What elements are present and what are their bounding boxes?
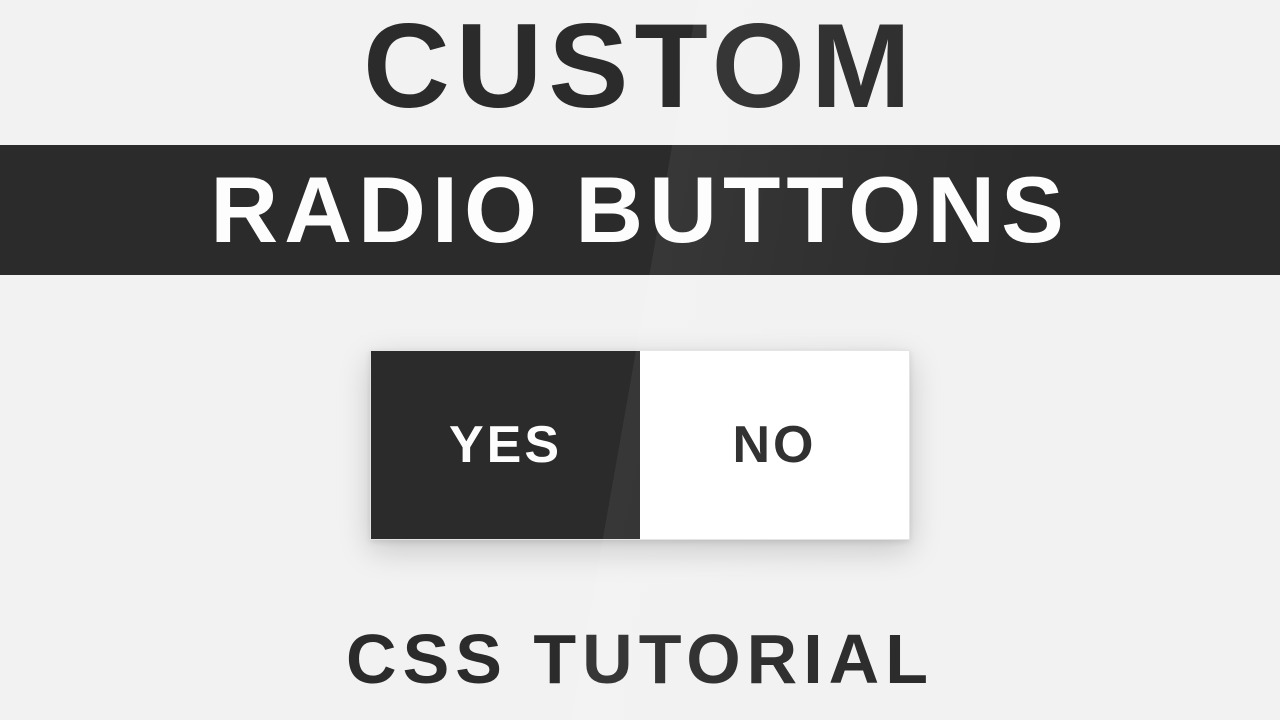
footer-row: CSS TUTORIAL	[0, 624, 1280, 694]
title-custom: CUSTOM	[0, 6, 1280, 126]
banner-text: RADIO BUTTONS	[210, 163, 1070, 257]
title-row: CUSTOM	[0, 6, 1280, 126]
banner: RADIO BUTTONS	[0, 145, 1280, 275]
radio-option-yes[interactable]: YES	[371, 351, 640, 539]
radio-group[interactable]: YES NO	[370, 350, 910, 540]
radio-option-no[interactable]: NO	[640, 351, 909, 539]
footer-text: CSS TUTORIAL	[0, 624, 1280, 694]
radio-option-yes-label: YES	[449, 415, 562, 475]
radio-option-no-label: NO	[733, 415, 817, 475]
